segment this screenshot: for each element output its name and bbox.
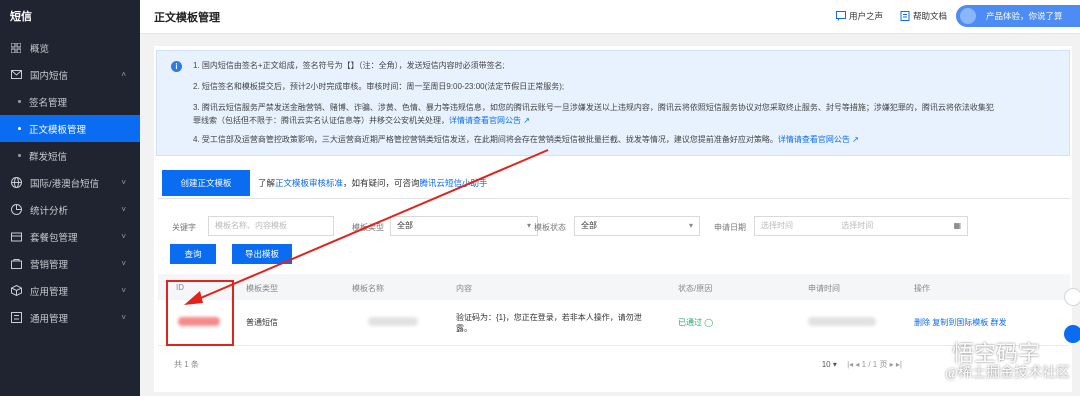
annotation-arrow [184,149,549,305]
watermark-subtitle: @稀土掘金技术社区 [945,366,1070,381]
floating-chat-button[interactable] [1064,325,1080,343]
floating-feedback-button[interactable] [1064,288,1080,306]
